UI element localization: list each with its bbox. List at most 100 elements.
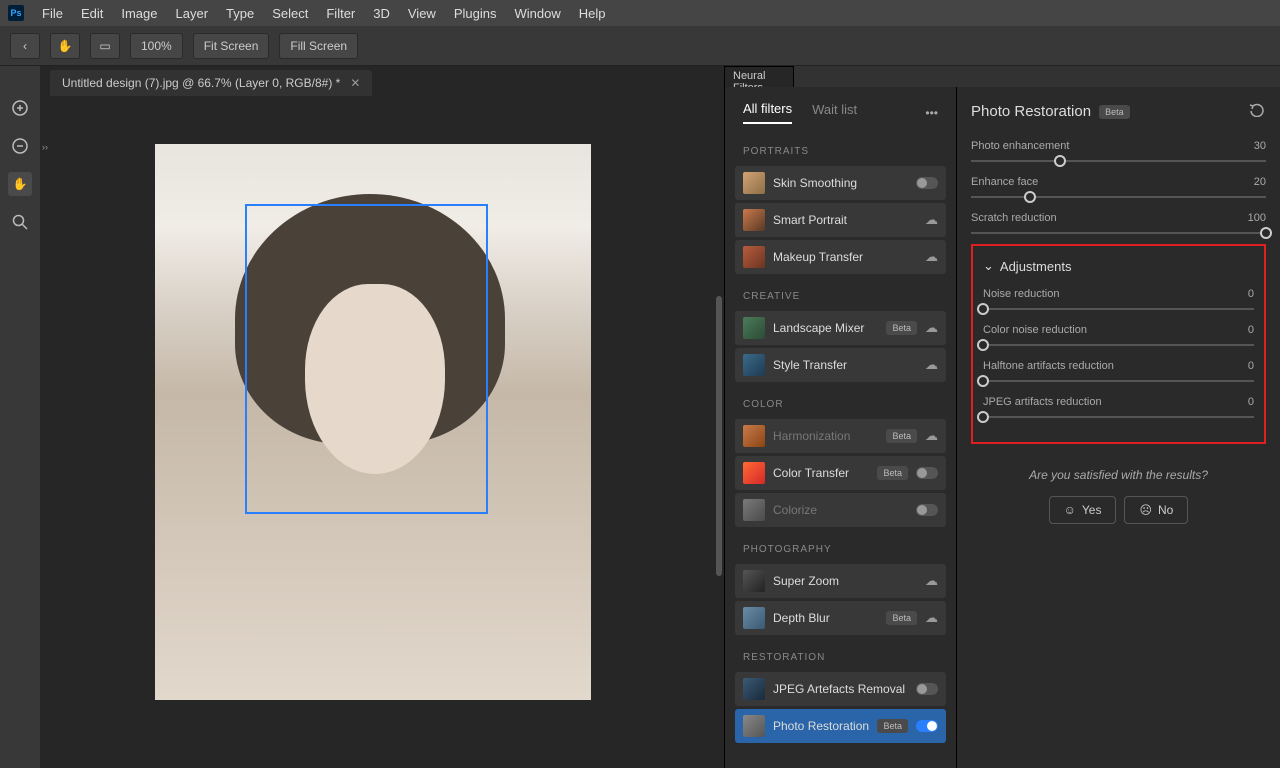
zoom-tool[interactable]	[8, 210, 32, 234]
slider-noise-reduction: Noise reduction0	[983, 288, 1254, 310]
feedback-yes-button[interactable]: ☺Yes	[1049, 496, 1117, 524]
menu-3d[interactable]: 3D	[373, 6, 390, 21]
tab-wait-list[interactable]: Wait list	[812, 102, 857, 123]
slider-thumb[interactable]	[1054, 155, 1066, 167]
document-tab[interactable]: Untitled design (7).jpg @ 66.7% (Layer 0…	[50, 70, 372, 96]
slider-thumb[interactable]	[977, 411, 989, 423]
toggle-photo-restoration[interactable]	[916, 720, 938, 732]
options-bar: ‹ ✋ ▭ 100% Fit Screen Fill Screen	[0, 26, 1280, 66]
menu-window[interactable]: Window	[514, 6, 560, 21]
menu-image[interactable]: Image	[121, 6, 157, 21]
slider-track[interactable]	[983, 380, 1254, 382]
chevron-down-icon: ⌄	[983, 258, 994, 274]
feedback-no-button[interactable]: ☹No	[1124, 496, 1188, 524]
slider-track[interactable]	[983, 308, 1254, 310]
slider-thumb[interactable]	[977, 339, 989, 351]
toggle-jpeg-artefacts[interactable]	[916, 683, 938, 695]
filter-skin-smoothing[interactable]: Skin Smoothing	[735, 166, 946, 200]
left-toolbar: ✋	[0, 66, 40, 768]
cloud-icon: ☁	[925, 573, 938, 589]
face-selection-box[interactable]	[245, 204, 488, 514]
app-logo: Ps	[8, 5, 24, 21]
menu-filter[interactable]: Filter	[326, 6, 355, 21]
category-creative: CREATIVE	[731, 277, 950, 308]
zoom-out-icon[interactable]	[8, 134, 32, 158]
slider-thumb[interactable]	[977, 375, 989, 387]
slider-photo-enhancement: Photo enhancement30	[971, 140, 1266, 162]
expand-tools-icon[interactable]: ››	[42, 142, 50, 150]
menu-layer[interactable]: Layer	[176, 6, 209, 21]
slider-track[interactable]	[971, 232, 1266, 234]
filter-color-transfer[interactable]: Color TransferBeta	[735, 456, 946, 490]
menu-edit[interactable]: Edit	[81, 6, 103, 21]
menu-type[interactable]: Type	[226, 6, 254, 21]
document-title: Untitled design (7).jpg @ 66.7% (Layer 0…	[62, 76, 340, 90]
filter-landscape-mixer[interactable]: Landscape MixerBeta☁	[735, 311, 946, 345]
slider-track[interactable]	[983, 416, 1254, 418]
adjustments-group: ⌄Adjustments Noise reduction0 Color nois…	[971, 244, 1266, 444]
filter-super-zoom[interactable]: Super Zoom☁	[735, 564, 946, 598]
category-portraits: PORTRAITS	[731, 132, 950, 163]
slider-halftone-reduction: Halftone artifacts reduction0	[983, 360, 1254, 382]
cloud-icon: ☁	[925, 610, 938, 626]
filter-harmonization[interactable]: HarmonizationBeta☁	[735, 419, 946, 453]
menu-view[interactable]: View	[408, 6, 436, 21]
back-button[interactable]: ‹	[10, 33, 40, 59]
canvas[interactable]	[155, 144, 591, 700]
settings-panel: Photo Restoration Beta Photo enhancement…	[956, 87, 1280, 768]
fit-screen-button[interactable]: Fit Screen	[193, 33, 270, 59]
slider-enhance-face: Enhance face20	[971, 176, 1266, 198]
filter-style-transfer[interactable]: Style Transfer☁	[735, 348, 946, 382]
toggle-colorize[interactable]	[916, 504, 938, 516]
filter-makeup-transfer[interactable]: Makeup Transfer☁	[735, 240, 946, 274]
category-restoration: RESTORATION	[731, 638, 950, 669]
slider-thumb[interactable]	[1024, 191, 1036, 203]
panel-title: Photo Restoration	[971, 103, 1091, 120]
cloud-icon: ☁	[925, 212, 938, 228]
filter-jpeg-artefacts[interactable]: JPEG Artefacts Removal	[735, 672, 946, 706]
window-arrange-icon[interactable]: ▭	[90, 33, 120, 59]
canvas-area: ›› Untitled design (7).jpg @ 66.7% (Laye…	[40, 66, 724, 768]
slider-track[interactable]	[983, 344, 1254, 346]
slider-track[interactable]	[971, 196, 1266, 198]
hand-tool[interactable]: ✋	[8, 172, 32, 196]
more-menu-icon[interactable]: •••	[925, 106, 938, 120]
scrollbar-thumb[interactable]	[716, 296, 722, 576]
menubar: Ps File Edit Image Layer Type Select Fil…	[0, 0, 1280, 26]
slider-scratch-reduction: Scratch reduction100	[971, 212, 1266, 234]
menu-file[interactable]: File	[42, 6, 63, 21]
category-photography: PHOTOGRAPHY	[731, 530, 950, 561]
smile-icon: ☺	[1064, 503, 1076, 517]
feedback-question: Are you satisfied with the results?	[971, 468, 1266, 482]
filter-photo-restoration[interactable]: Photo RestorationBeta	[735, 709, 946, 743]
adjustments-toggle[interactable]: ⌄Adjustments	[983, 258, 1254, 274]
feedback-section: Are you satisfied with the results? ☺Yes…	[971, 468, 1266, 524]
close-icon[interactable]: ✕	[350, 76, 360, 90]
document-image	[155, 144, 591, 700]
reset-icon[interactable]	[1248, 103, 1266, 120]
toggle-color-transfer[interactable]	[916, 467, 938, 479]
tab-all-filters[interactable]: All filters	[743, 101, 792, 124]
zoom-level[interactable]: 100%	[130, 33, 183, 59]
cloud-icon: ☁	[925, 428, 938, 444]
cloud-icon: ☁	[925, 357, 938, 373]
filter-colorize[interactable]: Colorize	[735, 493, 946, 527]
cloud-icon: ☁	[925, 249, 938, 265]
slider-thumb[interactable]	[1260, 227, 1272, 239]
zoom-in-icon[interactable]	[8, 96, 32, 120]
slider-thumb[interactable]	[977, 303, 989, 315]
toggle-skin-smoothing[interactable]	[916, 177, 938, 189]
slider-jpeg-artifacts-reduction: JPEG artifacts reduction0	[983, 396, 1254, 418]
menu-plugins[interactable]: Plugins	[454, 6, 497, 21]
filter-depth-blur[interactable]: Depth BlurBeta☁	[735, 601, 946, 635]
frown-icon: ☹	[1139, 503, 1152, 517]
neural-filters-tab[interactable]: Neural Filters	[724, 66, 794, 87]
filters-panel: All filters Wait list ••• PORTRAITS Skin…	[724, 87, 956, 768]
slider-track[interactable]	[971, 160, 1266, 162]
menu-help[interactable]: Help	[579, 6, 606, 21]
menu-select[interactable]: Select	[272, 6, 308, 21]
hand-tool-icon[interactable]: ✋	[50, 33, 80, 59]
fill-screen-button[interactable]: Fill Screen	[279, 33, 358, 59]
cloud-icon: ☁	[925, 320, 938, 336]
filter-smart-portrait[interactable]: Smart Portrait☁	[735, 203, 946, 237]
